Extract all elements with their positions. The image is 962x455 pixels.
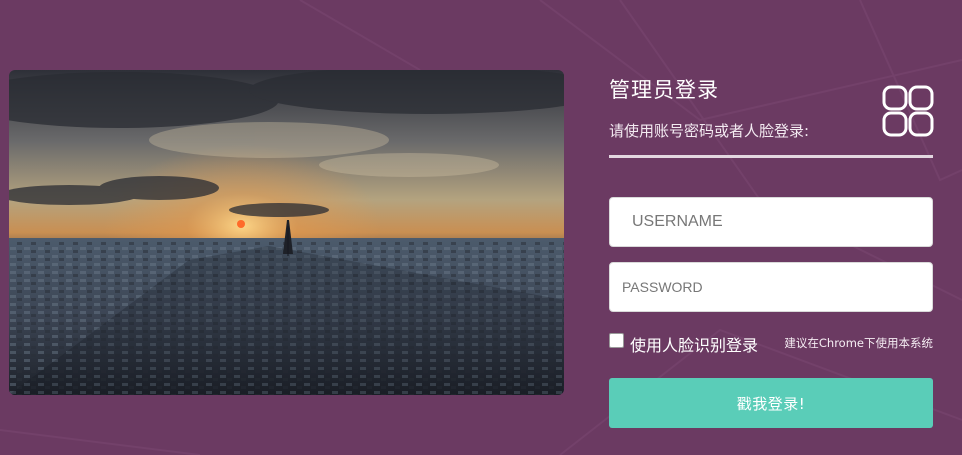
face-login-row: 使用人脸识别登录 建议在Chrome下使用本系统	[609, 332, 933, 356]
password-input[interactable]	[609, 262, 933, 312]
title-divider	[609, 155, 933, 158]
login-title: 管理员登录	[609, 78, 719, 102]
face-login-checkbox[interactable]	[609, 333, 624, 348]
four-rounded-squares-icon	[882, 85, 934, 137]
browser-hint: 建议在Chrome下使用本系统	[784, 336, 933, 350]
hero-city-image	[9, 70, 564, 395]
username-input[interactable]	[609, 197, 933, 247]
login-subtitle: 请使用账号密码或者人脸登录:	[609, 122, 810, 140]
face-login-label[interactable]: 使用人脸识别登录	[630, 332, 758, 356]
login-button[interactable]: 戳我登录!	[609, 378, 933, 428]
